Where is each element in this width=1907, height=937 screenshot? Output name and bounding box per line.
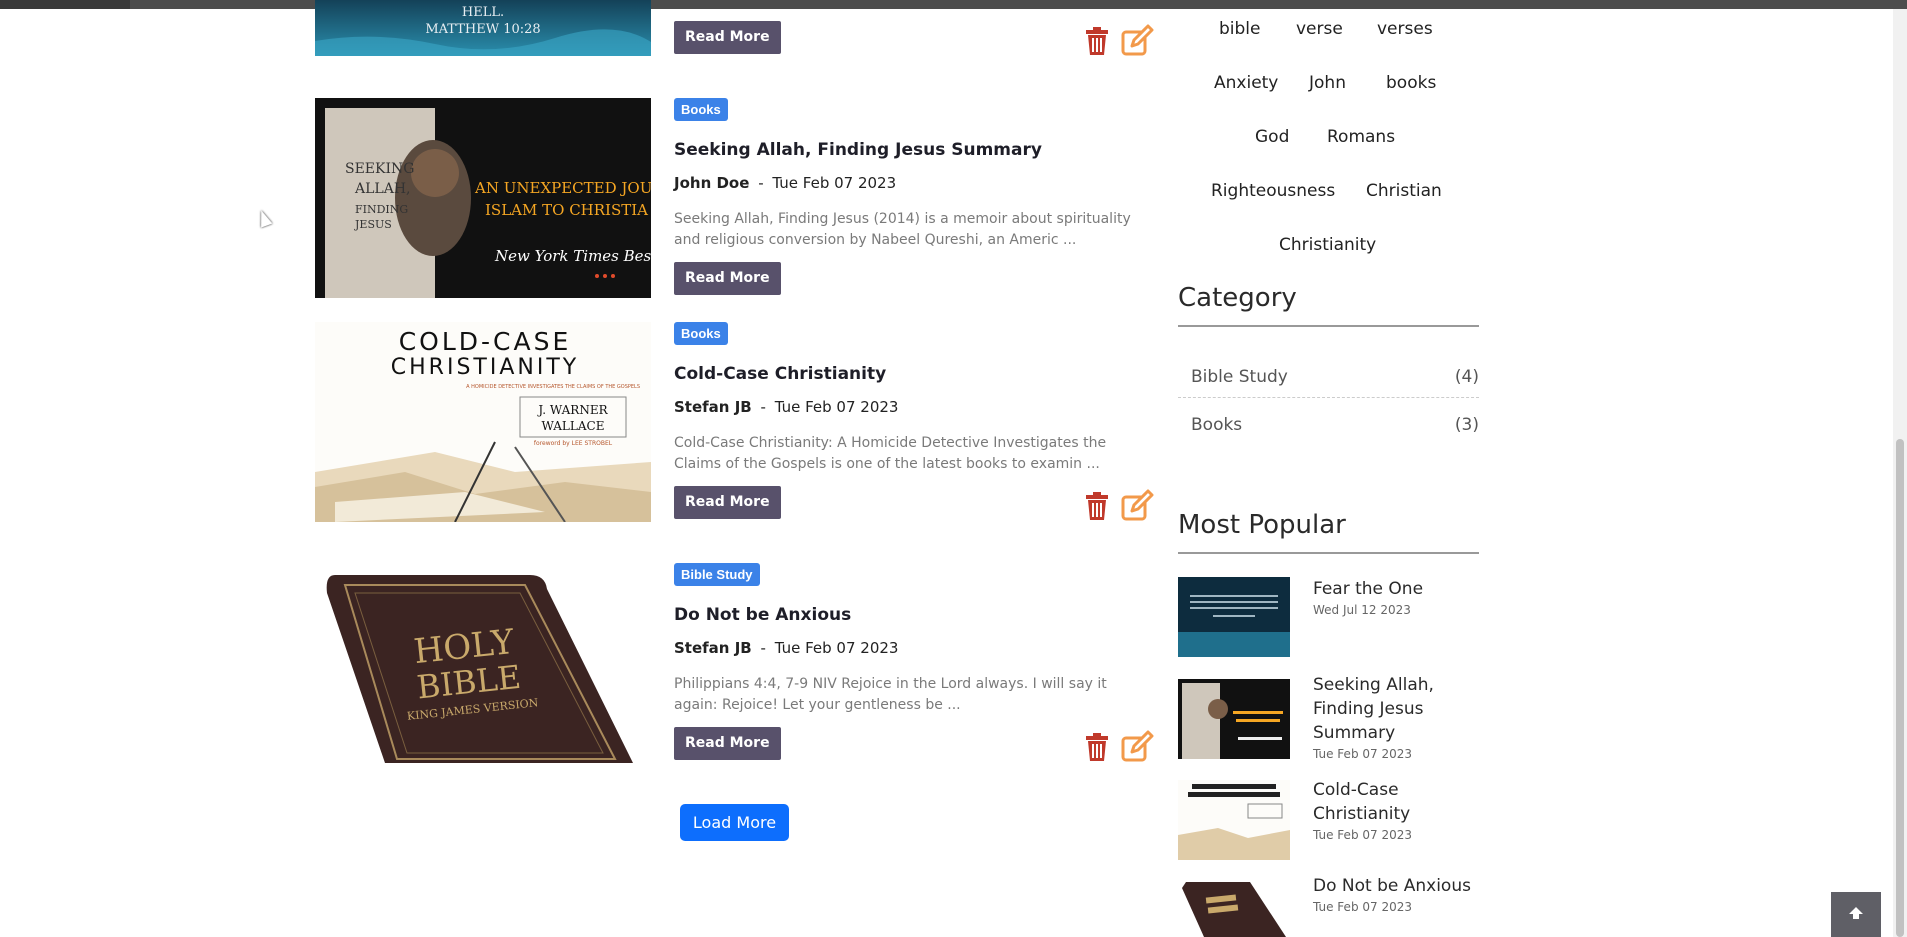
- trash-icon[interactable]: [1080, 489, 1114, 523]
- tag-link[interactable]: verses: [1377, 19, 1433, 39]
- read-more-button[interactable]: Read More: [674, 486, 781, 519]
- post-date: Tue Feb 07 2023: [774, 398, 899, 416]
- most-popular-rule: [1178, 552, 1479, 554]
- post-author: Stefan JB: [674, 639, 752, 657]
- trash-icon[interactable]: [1080, 24, 1114, 58]
- tag-link[interactable]: John: [1309, 73, 1346, 93]
- tag-link[interactable]: verse: [1296, 19, 1343, 39]
- mouse-cursor-icon: [255, 208, 273, 228]
- tag-link[interactable]: Christianity: [1279, 235, 1376, 255]
- trash-icon[interactable]: [1080, 730, 1114, 764]
- tag-link[interactable]: Righteousness: [1211, 181, 1335, 201]
- edit-icon[interactable]: [1120, 24, 1154, 58]
- most-popular-heading: Most Popular: [1178, 510, 1346, 540]
- post-title[interactable]: Do Not be Anxious: [674, 605, 851, 625]
- popular-title[interactable]: Seeking Allah, Finding Jesus Summary: [1313, 673, 1483, 745]
- svg-text:J. WARNER: J. WARNER: [536, 403, 608, 417]
- seeking-allah-cover: SEEKING ALLAH, FINDING JESUS AN UNEXPECT…: [315, 98, 651, 298]
- popular-date: Wed Jul 12 2023: [1313, 603, 1411, 617]
- category-rule: [1178, 325, 1479, 327]
- post-meta: Stefan JB - Tue Feb 07 2023: [674, 639, 898, 657]
- category-name: Books: [1191, 415, 1243, 435]
- holy-bible-cover: HOLY BIBLE KING JAMES VERSION: [315, 563, 651, 763]
- popular-title[interactable]: Do Not be Anxious: [1313, 874, 1483, 898]
- edit-icon[interactable]: [1120, 730, 1154, 764]
- post-thumbnail[interactable]: SEEKING ALLAH, FINDING JESUS AN UNEXPECT…: [315, 98, 651, 298]
- svg-text:A HOMICIDE DETECTIVE INVESTIGA: A HOMICIDE DETECTIVE INVESTIGATES THE CL…: [466, 384, 640, 390]
- svg-text:AN UNEXPECTED JOURNEY: AN UNEXPECTED JOURNEY: [474, 179, 651, 197]
- post-excerpt: Philippians 4:4, 7-9 NIV Rejoice in the …: [674, 676, 1107, 713]
- category-count: (3): [1454, 415, 1479, 435]
- browser-top-bar: [0, 0, 1907, 9]
- seeking-allah-thumb: [1178, 679, 1290, 759]
- category-badge[interactable]: Books: [674, 98, 728, 121]
- popular-thumbnail[interactable]: [1178, 577, 1290, 657]
- post-date: Tue Feb 07 2023: [774, 639, 899, 657]
- post-meta: John Doe - Tue Feb 07 2023: [674, 174, 896, 192]
- category-count: (4): [1454, 367, 1479, 387]
- category-badge[interactable]: Books: [674, 322, 728, 345]
- category-heading: Category: [1178, 283, 1297, 313]
- tag-link[interactable]: Romans: [1327, 127, 1395, 147]
- popular-title[interactable]: Fear the One: [1313, 577, 1483, 601]
- fear-the-one-image: HELL. MATTHEW 10:28: [315, 0, 651, 56]
- post-title[interactable]: Seeking Allah, Finding Jesus Summary: [674, 140, 1042, 160]
- back-to-top-button[interactable]: [1831, 892, 1881, 937]
- meta-separator: -: [760, 398, 766, 416]
- post-excerpt: Cold-Case Christianity: A Homicide Detec…: [674, 435, 1107, 472]
- category-item-bible-study[interactable]: Bible Study (4): [1178, 355, 1479, 399]
- edit-icon[interactable]: [1120, 489, 1154, 523]
- meta-separator: -: [760, 639, 766, 657]
- fear-the-one-thumb: [1178, 577, 1290, 657]
- arrow-up-icon: [1849, 907, 1863, 919]
- popular-thumbnail[interactable]: [1178, 780, 1290, 860]
- svg-text:JESUS: JESUS: [354, 218, 392, 231]
- post-thumbnail[interactable]: COLD-CASE CHRISTIANITY A HOMICIDE DETECT…: [315, 322, 651, 522]
- popular-title[interactable]: Cold-Case Christianity: [1313, 778, 1483, 826]
- post-date: Tue Feb 07 2023: [772, 174, 897, 192]
- category-item-books[interactable]: Books (3): [1178, 403, 1479, 447]
- cold-case-thumb: [1178, 780, 1290, 860]
- svg-text:foreword by LEE STROBEL: foreword by LEE STROBEL: [534, 440, 613, 447]
- svg-text:ISLAM TO CHRISTIA: ISLAM TO CHRISTIA: [485, 201, 648, 219]
- post-excerpt: Seeking Allah, Finding Jesus (2014) is a…: [674, 211, 1131, 248]
- cold-case-cover: COLD-CASE CHRISTIANITY A HOMICIDE DETECT…: [315, 322, 651, 522]
- svg-text:COLD-CASE: COLD-CASE: [399, 327, 572, 356]
- popular-date: Tue Feb 07 2023: [1313, 900, 1412, 914]
- tag-link[interactable]: Anxiety: [1214, 73, 1278, 93]
- holy-bible-thumb: [1178, 878, 1290, 937]
- category-badge[interactable]: Bible Study: [674, 563, 760, 586]
- read-more-button[interactable]: Read More: [674, 727, 781, 760]
- post-thumbnail[interactable]: HELL. MATTHEW 10:28: [315, 0, 651, 56]
- page-scrollbar[interactable]: [1893, 9, 1907, 937]
- popular-thumbnail[interactable]: [1178, 878, 1290, 937]
- tag-link[interactable]: bible: [1219, 19, 1261, 39]
- meta-separator: -: [758, 174, 764, 192]
- post-thumbnail[interactable]: HOLY BIBLE KING JAMES VERSION: [315, 563, 651, 763]
- svg-text:SEEKING: SEEKING: [345, 161, 414, 177]
- post-meta: Stefan JB - Tue Feb 07 2023: [674, 398, 898, 416]
- read-more-button[interactable]: Read More: [674, 262, 781, 295]
- category-name: Bible Study: [1191, 367, 1288, 387]
- category-divider: [1178, 397, 1479, 398]
- post-title[interactable]: Cold-Case Christianity: [674, 364, 886, 384]
- popular-date: Tue Feb 07 2023: [1313, 747, 1412, 761]
- svg-text:New York Times Bes: New York Times Bes: [494, 247, 651, 265]
- tag-link[interactable]: God: [1255, 127, 1289, 147]
- svg-text:CHRISTIANITY: CHRISTIANITY: [391, 355, 579, 380]
- svg-text:WALLACE: WALLACE: [542, 419, 605, 433]
- thumb-caption-1: HELL.: [462, 5, 504, 20]
- popular-date: Tue Feb 07 2023: [1313, 828, 1412, 842]
- post-author: John Doe: [674, 174, 750, 192]
- popular-thumbnail[interactable]: [1178, 679, 1290, 759]
- load-more-button[interactable]: Load More: [680, 804, 789, 841]
- tag-link[interactable]: books: [1386, 73, 1436, 93]
- svg-text:ALLAH,: ALLAH,: [354, 181, 410, 197]
- scrollbar-thumb[interactable]: [1896, 439, 1904, 937]
- read-more-button[interactable]: Read More: [674, 21, 781, 54]
- tag-link[interactable]: Christian: [1366, 181, 1442, 201]
- svg-text:FINDING: FINDING: [355, 203, 408, 216]
- thumb-caption-2: MATTHEW 10:28: [425, 22, 540, 37]
- post-author: Stefan JB: [674, 398, 752, 416]
